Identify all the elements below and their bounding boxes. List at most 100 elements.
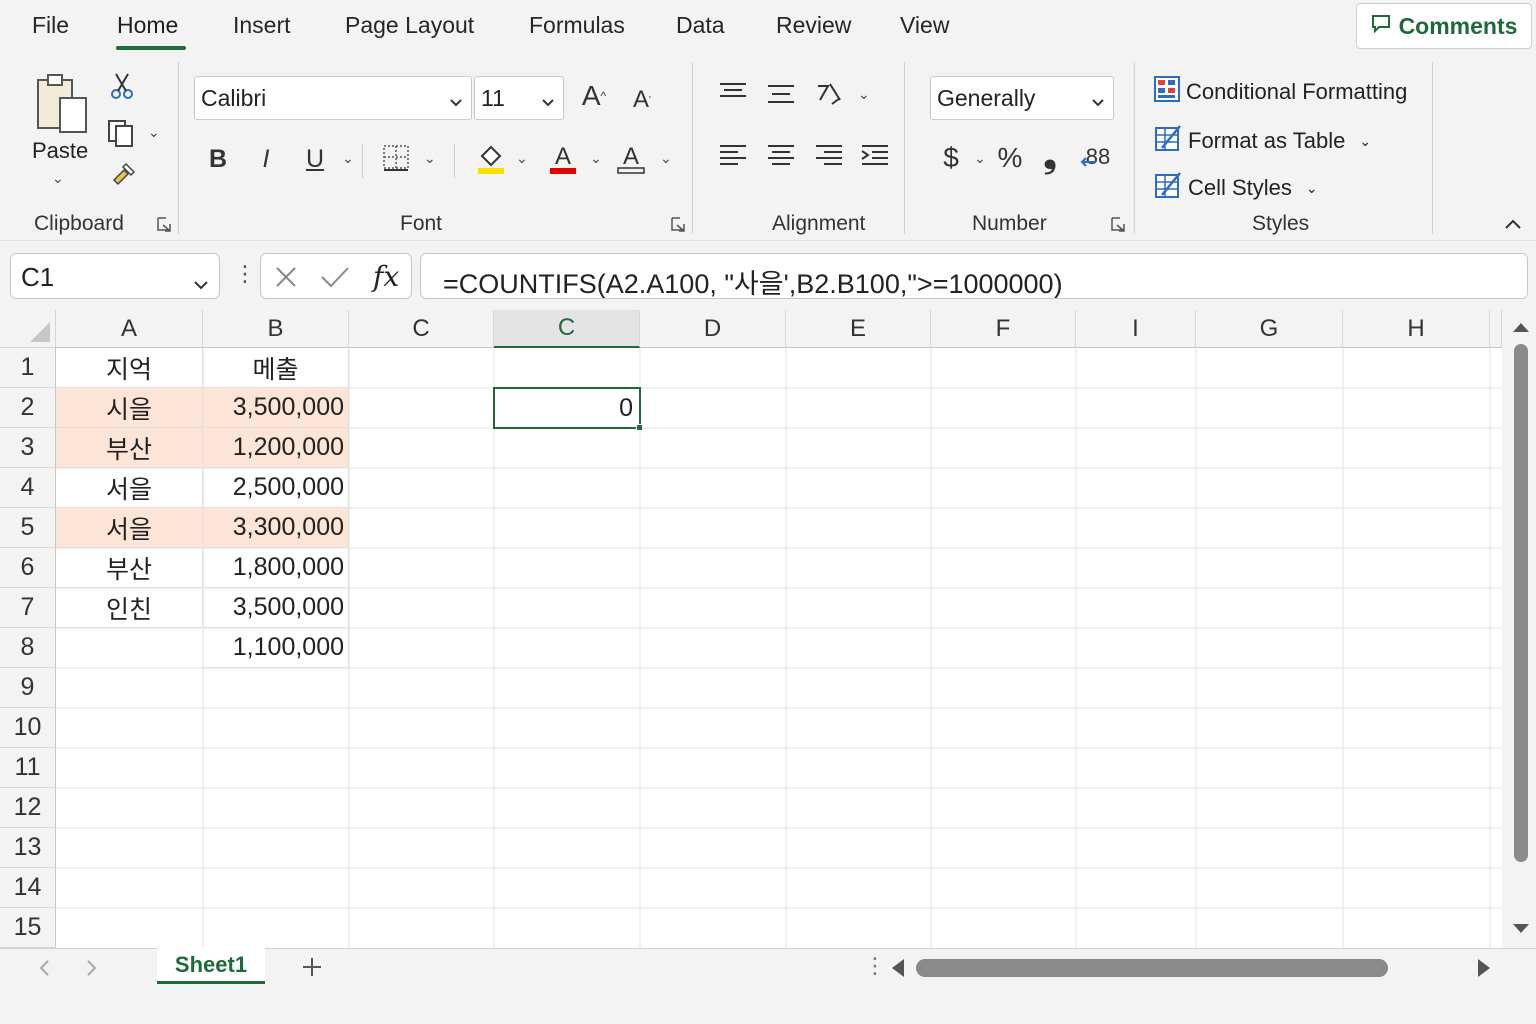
- scroll-left-arrow-icon[interactable]: [890, 958, 906, 983]
- tab-view[interactable]: View: [900, 12, 949, 39]
- align-center-icon[interactable]: [764, 142, 798, 172]
- borders-chevron-down-icon[interactable]: ⌄: [424, 150, 436, 167]
- bold-button[interactable]: B: [206, 142, 230, 176]
- scroll-up-arrow-icon[interactable]: [1512, 320, 1530, 339]
- cell-b1[interactable]: 메출: [203, 348, 349, 388]
- row-header[interactable]: 7: [0, 588, 56, 628]
- number-dialog-launcher-icon[interactable]: [1110, 216, 1126, 232]
- previous-sheet-arrow-icon[interactable]: [38, 959, 50, 982]
- tab-page-layout[interactable]: Page Layout: [345, 12, 474, 39]
- cell-a5[interactable]: 서을: [56, 508, 203, 548]
- tab-review[interactable]: Review: [776, 12, 851, 39]
- collapse-ribbon-chevron-up-icon[interactable]: [1502, 216, 1524, 232]
- more-options-icon[interactable]: ⋮: [234, 261, 256, 287]
- borders-icon[interactable]: [380, 142, 412, 174]
- column-header[interactable]: B: [203, 310, 349, 348]
- paste-icon[interactable]: [34, 72, 90, 136]
- column-header-selected[interactable]: C: [494, 310, 640, 348]
- percent-format-button[interactable]: %: [996, 140, 1024, 176]
- tab-home[interactable]: Home: [117, 12, 178, 39]
- row-header[interactable]: 4: [0, 468, 56, 508]
- italic-button[interactable]: I: [254, 142, 278, 176]
- decrease-font-size-icon[interactable]: A ': [628, 82, 656, 118]
- horizontal-scroll-thumb[interactable]: [916, 959, 1388, 977]
- vertical-scrollbar[interactable]: [1502, 310, 1536, 948]
- cell-styles-button[interactable]: Cell Styles ⌄: [1154, 171, 1318, 205]
- row-header[interactable]: 14: [0, 868, 56, 908]
- row-header[interactable]: 2: [0, 388, 56, 428]
- underline-chevron-down-icon[interactable]: ⌄: [342, 150, 354, 167]
- row-header[interactable]: 9: [0, 668, 56, 708]
- tab-data[interactable]: Data: [676, 12, 725, 39]
- row-header[interactable]: 13: [0, 828, 56, 868]
- row-header[interactable]: 8: [0, 628, 56, 668]
- cell-b5[interactable]: 3,300,000: [203, 508, 349, 548]
- row-header[interactable]: 11: [0, 748, 56, 788]
- cell-b2[interactable]: 3,500,000: [203, 388, 349, 428]
- paste-label[interactable]: Paste: [32, 138, 88, 164]
- vertical-scroll-thumb[interactable]: [1514, 344, 1528, 862]
- insert-function-icon[interactable]: fx: [373, 260, 399, 293]
- text-effects-icon[interactable]: A: [616, 140, 646, 176]
- column-header[interactable]: I: [1076, 310, 1196, 348]
- worksheet-grid[interactable]: A B C C D E F I G H 1 2 3 4 5 6 7 8 9 10…: [0, 310, 1502, 948]
- paste-chevron-down-icon[interactable]: ⌄: [52, 170, 64, 187]
- orientation-chevron-down-icon[interactable]: ⌄: [858, 86, 870, 103]
- cell-b4[interactable]: 2,500,000: [203, 468, 349, 508]
- cell-b3[interactable]: 1,200,000: [203, 428, 349, 468]
- row-header[interactable]: 5: [0, 508, 56, 548]
- column-header[interactable]: F: [931, 310, 1076, 348]
- currency-format-button[interactable]: $: [938, 140, 964, 176]
- cell-b6[interactable]: 1,800,000: [203, 548, 349, 588]
- font-dialog-launcher-icon[interactable]: [670, 216, 686, 232]
- cell-b7[interactable]: 3,500,000: [203, 588, 349, 628]
- cell-a4[interactable]: 서을: [56, 468, 203, 508]
- column-header[interactable]: D: [640, 310, 786, 348]
- text-effects-chevron-down-icon[interactable]: ⌄: [660, 150, 672, 167]
- column-header[interactable]: E: [786, 310, 931, 348]
- font-color-icon[interactable]: A: [548, 140, 578, 176]
- top-align-icon[interactable]: [716, 80, 750, 110]
- cut-icon[interactable]: [110, 72, 134, 100]
- select-all-corner[interactable]: [0, 310, 56, 348]
- cell-a3[interactable]: 부산: [56, 428, 203, 468]
- row-header[interactable]: 15: [0, 908, 56, 948]
- middle-align-icon[interactable]: [764, 80, 798, 110]
- scroll-down-arrow-icon[interactable]: [1512, 922, 1530, 941]
- comments-button[interactable]: Comments: [1356, 3, 1532, 49]
- align-left-icon[interactable]: [716, 142, 750, 172]
- format-painter-icon[interactable]: [110, 160, 138, 188]
- increase-font-size-icon[interactable]: A ^: [578, 78, 610, 114]
- font-size-select[interactable]: 11: [474, 76, 564, 120]
- next-sheet-arrow-icon[interactable]: [86, 959, 98, 982]
- more-options-icon[interactable]: ⋮: [864, 953, 886, 979]
- row-header[interactable]: 10: [0, 708, 56, 748]
- active-cell[interactable]: 0: [493, 387, 641, 429]
- fill-color-chevron-down-icon[interactable]: ⌄: [516, 150, 528, 167]
- row-header[interactable]: 6: [0, 548, 56, 588]
- number-format-select[interactable]: Generally: [930, 76, 1114, 120]
- column-header[interactable]: C: [349, 310, 494, 348]
- add-sheet-plus-icon[interactable]: [300, 955, 324, 984]
- tab-file[interactable]: File: [32, 12, 69, 39]
- enter-check-icon[interactable]: [319, 264, 351, 295]
- decimal-places-icon[interactable]: 88: [1080, 140, 1114, 176]
- scroll-right-arrow-icon[interactable]: [1476, 958, 1492, 983]
- conditional-formatting-button[interactable]: Conditional Formatting: [1154, 76, 1407, 108]
- row-header[interactable]: 12: [0, 788, 56, 828]
- fill-handle[interactable]: [636, 424, 643, 431]
- row-header[interactable]: 3: [0, 428, 56, 468]
- cell-a7[interactable]: 인친: [56, 588, 203, 628]
- tab-insert[interactable]: Insert: [233, 12, 291, 39]
- name-box[interactable]: C1: [10, 253, 220, 299]
- column-header-partial[interactable]: [1490, 310, 1502, 348]
- formula-input[interactable]: =COUNTIFS(A2.A100, "사을',B2.B100,">=10000…: [420, 253, 1528, 299]
- currency-chevron-down-icon[interactable]: ⌄: [974, 150, 986, 167]
- cancel-icon[interactable]: [273, 264, 299, 295]
- cell-a1[interactable]: 지억: [56, 348, 203, 388]
- tab-formulas[interactable]: Formulas: [529, 12, 625, 39]
- column-header[interactable]: A: [56, 310, 203, 348]
- orientation-icon[interactable]: [812, 78, 846, 110]
- copy-icon[interactable]: [106, 118, 136, 148]
- column-header[interactable]: H: [1343, 310, 1490, 348]
